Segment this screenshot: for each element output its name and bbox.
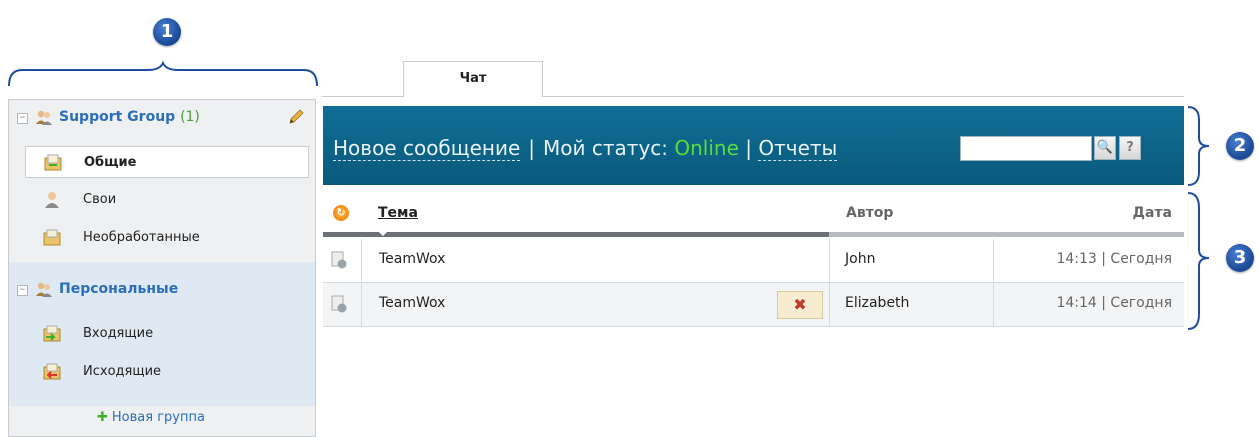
group-name: Support Group bbox=[59, 109, 176, 125]
date-separator: | bbox=[1101, 295, 1106, 311]
column-divider bbox=[361, 239, 362, 282]
sidebar-item-label: Необработанные bbox=[83, 230, 200, 245]
row-topic[interactable]: TeamWox bbox=[379, 251, 445, 267]
sidebar-item-general[interactable]: Общие bbox=[25, 146, 309, 178]
column-divider bbox=[993, 239, 994, 282]
user-icon bbox=[45, 192, 59, 208]
sidebar: − Support Group (1) Общие Свои Необработ… bbox=[8, 99, 316, 437]
sidebar-item-label: Исходящие bbox=[83, 364, 162, 379]
sidebar-item-label: Входящие bbox=[83, 326, 154, 341]
folder-icon bbox=[43, 229, 61, 246]
outgoing-icon bbox=[43, 363, 61, 380]
callout-2: 2 bbox=[1226, 132, 1254, 160]
group-title[interactable]: Support Group (1) bbox=[59, 109, 200, 125]
new-group-link[interactable]: ✚ Новая группа bbox=[97, 410, 205, 425]
toolbar-separator: | bbox=[745, 136, 753, 160]
row-date: 14:13 | Сегодня bbox=[1056, 251, 1172, 267]
status-label: Мой статус: bbox=[543, 136, 669, 160]
row-time: 14:14 bbox=[1056, 295, 1097, 311]
row-author: John bbox=[845, 251, 876, 267]
row-day: Сегодня bbox=[1110, 295, 1172, 311]
new-group-label: Новая группа bbox=[111, 410, 205, 425]
row-author: Elizabeth bbox=[845, 295, 910, 311]
table-row[interactable]: TeamWox ✖ Elizabeth 14:14 | Сегодня bbox=[323, 283, 1184, 327]
reports-link[interactable]: Отчеты bbox=[758, 136, 838, 161]
search-input[interactable] bbox=[960, 136, 1092, 161]
sort-indicator-bar bbox=[323, 231, 1184, 237]
column-author[interactable]: Автор bbox=[846, 205, 893, 221]
table-brace bbox=[1187, 192, 1210, 330]
chat-thread-icon bbox=[331, 295, 347, 313]
sort-arrow-icon bbox=[378, 231, 388, 236]
new-message-link[interactable]: Новое сообщение bbox=[333, 136, 521, 161]
group-users-icon bbox=[36, 282, 52, 297]
group-count: (1) bbox=[180, 109, 200, 125]
group-name[interactable]: Персональные bbox=[59, 281, 178, 297]
sidebar-item-unprocessed[interactable]: Необработанные bbox=[25, 222, 309, 254]
column-divider bbox=[829, 239, 830, 282]
status-value[interactable]: Online bbox=[674, 136, 739, 160]
header-brace bbox=[1187, 106, 1210, 186]
sidebar-item-own[interactable]: Свои bbox=[25, 184, 309, 216]
toolbar-text: Новое сообщение | Мой статус: Online | Отч… bbox=[333, 136, 838, 161]
sidebar-item-label: Свои bbox=[83, 192, 117, 207]
toolbar-separator: | bbox=[528, 136, 536, 160]
search-icon[interactable]: 🔍 bbox=[1094, 136, 1116, 160]
column-topic[interactable]: Тема bbox=[378, 205, 418, 221]
chat-toolbar: Новое сообщение | Мой статус: Online | Отч… bbox=[323, 106, 1184, 185]
group-users-icon bbox=[36, 110, 52, 125]
date-separator: | bbox=[1101, 251, 1106, 267]
chat-thread-icon bbox=[331, 251, 347, 269]
table-header: ↻ Тема Автор Дата bbox=[323, 196, 1184, 232]
help-button[interactable]: ? bbox=[1119, 136, 1141, 160]
edit-pencil-icon[interactable] bbox=[287, 108, 305, 126]
callout-1: 1 bbox=[153, 18, 181, 46]
column-date[interactable]: Дата bbox=[1133, 205, 1172, 221]
sidebar-item-incoming[interactable]: Входящие bbox=[25, 318, 309, 350]
incoming-icon bbox=[43, 325, 61, 342]
collapse-toggle[interactable]: − bbox=[17, 285, 28, 296]
row-time: 14:13 bbox=[1056, 251, 1097, 267]
column-divider bbox=[361, 283, 362, 326]
row-date: 14:14 | Сегодня bbox=[1056, 295, 1172, 311]
column-divider bbox=[829, 283, 830, 326]
sidebar-item-label: Общие bbox=[84, 155, 137, 170]
inbox-folder-icon bbox=[44, 154, 62, 171]
group-support[interactable]: − Support Group (1) bbox=[9, 100, 315, 138]
column-divider bbox=[993, 283, 994, 326]
callout-3: 3 bbox=[1226, 244, 1254, 272]
plus-icon: ✚ bbox=[97, 410, 108, 425]
group-personal[interactable]: − Персональные bbox=[9, 272, 315, 310]
row-topic[interactable]: TeamWox bbox=[379, 295, 445, 311]
sidebar-item-outgoing[interactable]: Исходящие bbox=[25, 356, 309, 388]
sidebar-brace bbox=[8, 60, 318, 87]
collapse-toggle[interactable]: − bbox=[17, 113, 28, 124]
table-row[interactable]: TeamWox John 14:13 | Сегодня bbox=[323, 239, 1184, 283]
row-day: Сегодня bbox=[1110, 251, 1172, 267]
refresh-icon[interactable]: ↻ bbox=[333, 205, 349, 221]
delete-button[interactable]: ✖ bbox=[777, 291, 823, 319]
tab-chat[interactable]: Чат bbox=[403, 61, 543, 97]
sort-indicator-active bbox=[323, 232, 829, 237]
